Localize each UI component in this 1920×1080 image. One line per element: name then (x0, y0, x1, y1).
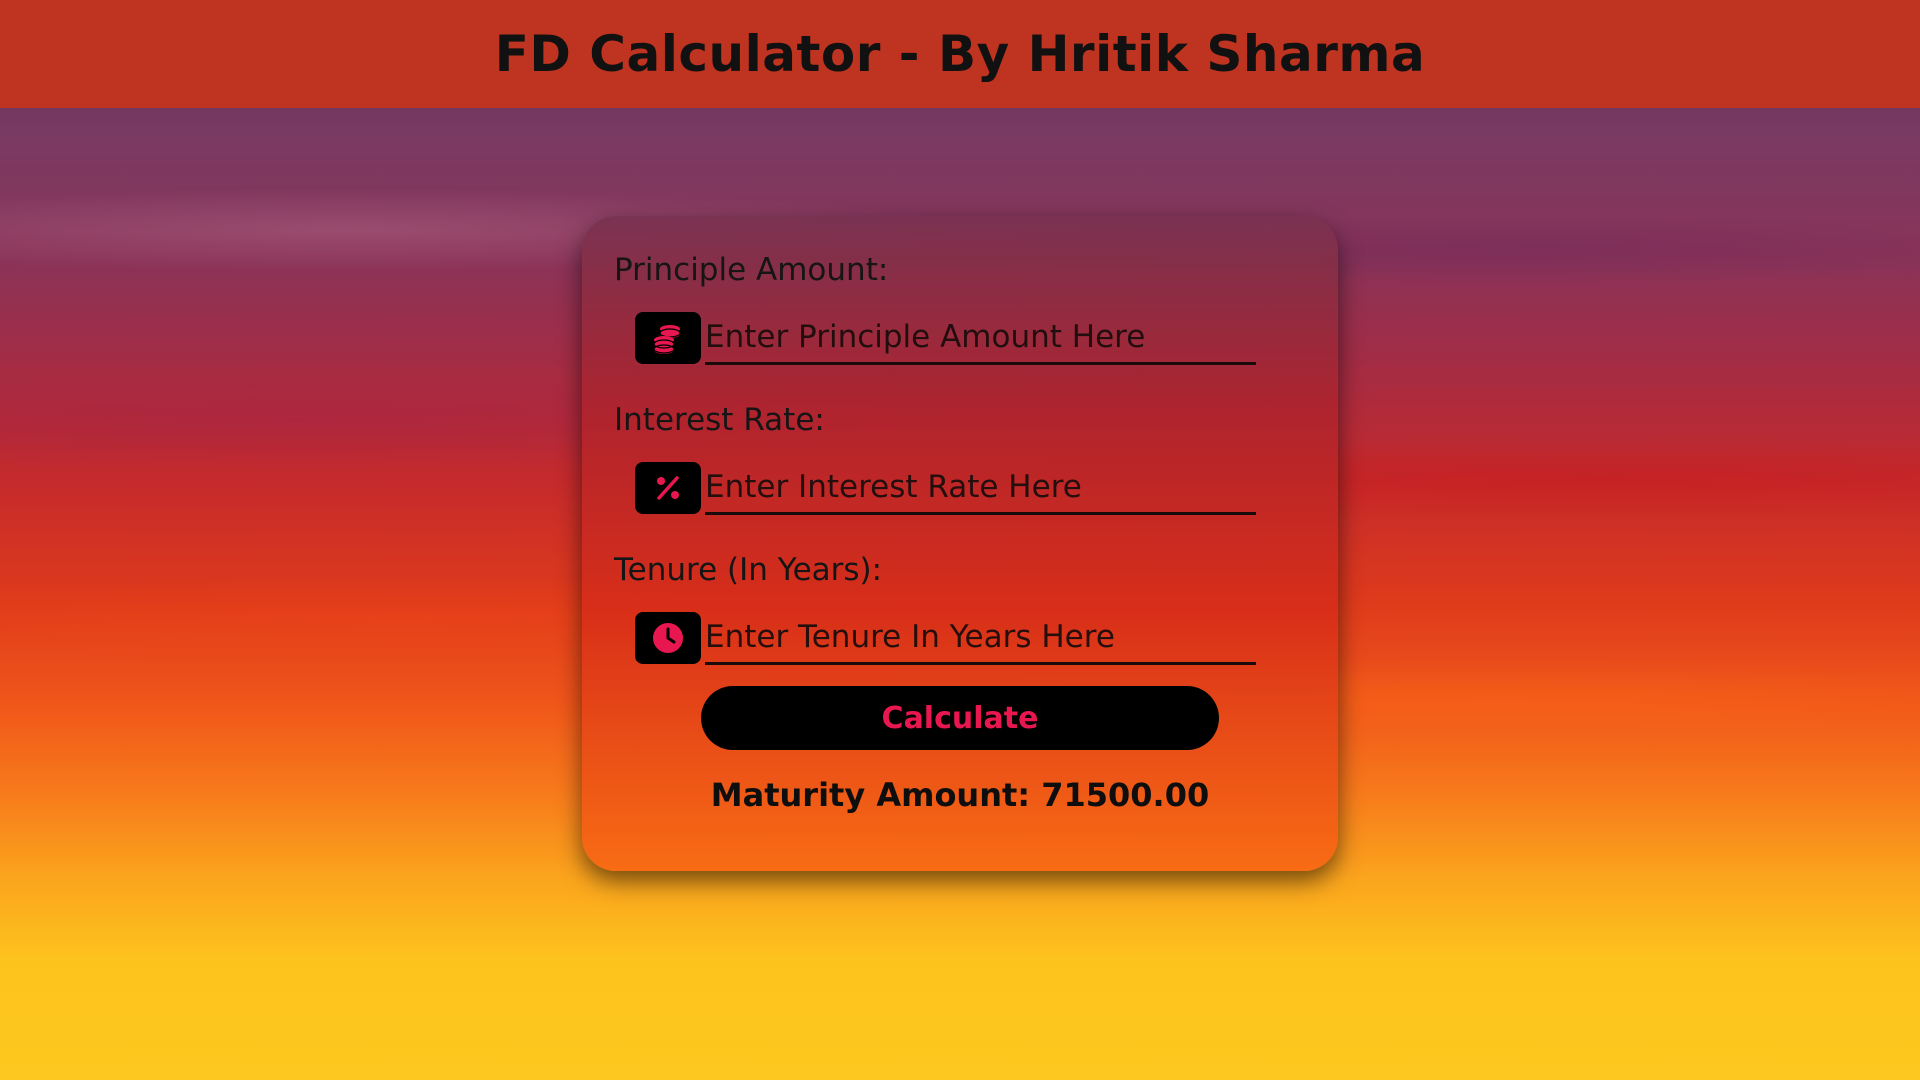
coins-icon (635, 312, 701, 364)
tenure-row (614, 612, 1338, 666)
principal-input[interactable] (705, 312, 1256, 365)
interest-rate-input[interactable] (705, 462, 1256, 515)
tenure-label: Tenure (In Years): (614, 552, 883, 588)
interest-rate-label: Interest Rate: (614, 402, 825, 438)
percent-icon (635, 462, 701, 514)
principal-row (614, 312, 1338, 366)
page-title: FD Calculator - By Hritik Sharma (494, 25, 1426, 83)
calculator-card: Principle Amount: Interest Rate: (582, 216, 1338, 871)
calculate-button[interactable]: Calculate (701, 686, 1219, 750)
tenure-input[interactable] (705, 612, 1256, 665)
maturity-amount-result: Maturity Amount: 71500.00 (710, 776, 1210, 814)
principal-label: Principle Amount: (614, 252, 889, 288)
interest-rate-row (614, 462, 1338, 516)
clock-icon (635, 612, 701, 664)
header-bar: FD Calculator - By Hritik Sharma (0, 0, 1920, 108)
